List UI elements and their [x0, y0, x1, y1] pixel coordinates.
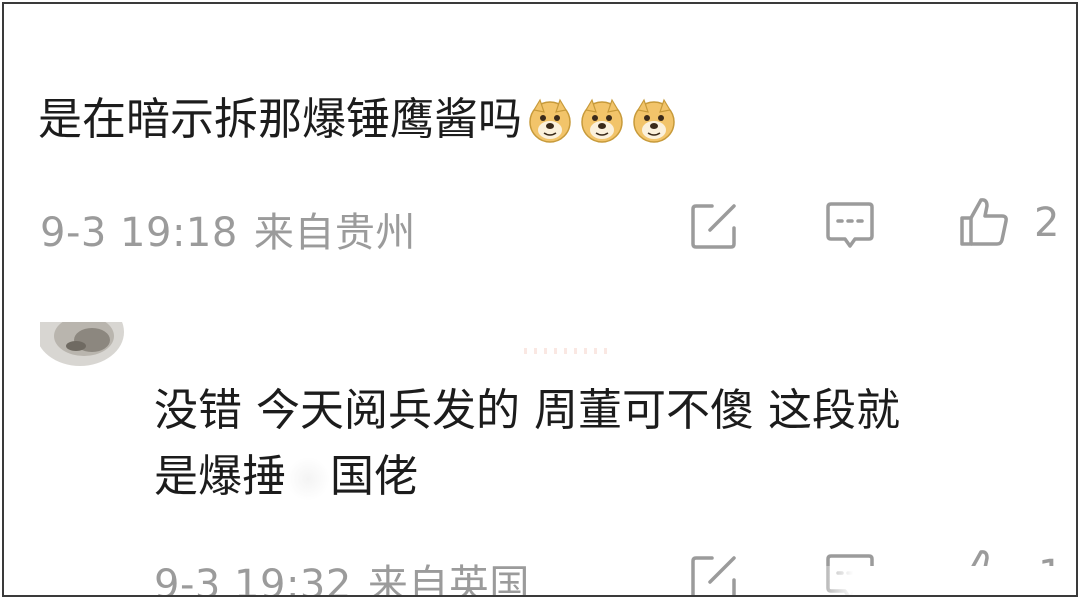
comment-body: 是在暗示拆那爆锤鹰酱吗	[38, 94, 522, 145]
reply-location: 来自英国	[367, 562, 530, 597]
like-count: 2	[1034, 200, 1060, 246]
comment-text: 是在暗示拆那爆锤鹰酱吗	[38, 90, 678, 150]
redacted-mark	[286, 457, 330, 501]
watermark-overlay	[814, 566, 1076, 595]
reply-line-1: 没错 今天阅兵发的 周董可不傻 这段就	[154, 385, 900, 436]
decorative-divider	[524, 348, 614, 354]
comment-icon[interactable]	[824, 200, 876, 252]
reply-meta: 9-3 19:32 来自英国	[154, 552, 530, 597]
avatar[interactable]	[40, 322, 126, 392]
screenshot-frame: 是在暗示拆那爆锤鹰酱吗 9-3 19:18 来自贵州 2 没错 今天阅兵发的 周…	[2, 2, 1078, 597]
doge-emoji-icon	[633, 98, 675, 143]
reply-line-2-end: 国佬	[330, 451, 418, 502]
like-icon[interactable]	[958, 196, 1010, 248]
reply-line-2: 是爆捶 国佬	[154, 444, 1064, 510]
comment-location: 来自贵州	[253, 210, 416, 256]
doge-emoji-icon	[529, 98, 571, 143]
share-icon[interactable]	[688, 552, 740, 597]
reply-text: 没错 今天阅兵发的 周董可不傻 这段就 是爆捶 国佬	[154, 378, 1064, 510]
comment-meta: 9-3 19:18 来自贵州	[40, 200, 416, 258]
reply-time: 9-3 19:32	[154, 562, 352, 597]
share-icon[interactable]	[688, 200, 740, 252]
doge-emoji-icon	[581, 98, 623, 143]
comment-time: 9-3 19:18	[40, 210, 238, 256]
reply-line-2-start: 是爆捶	[154, 451, 286, 502]
